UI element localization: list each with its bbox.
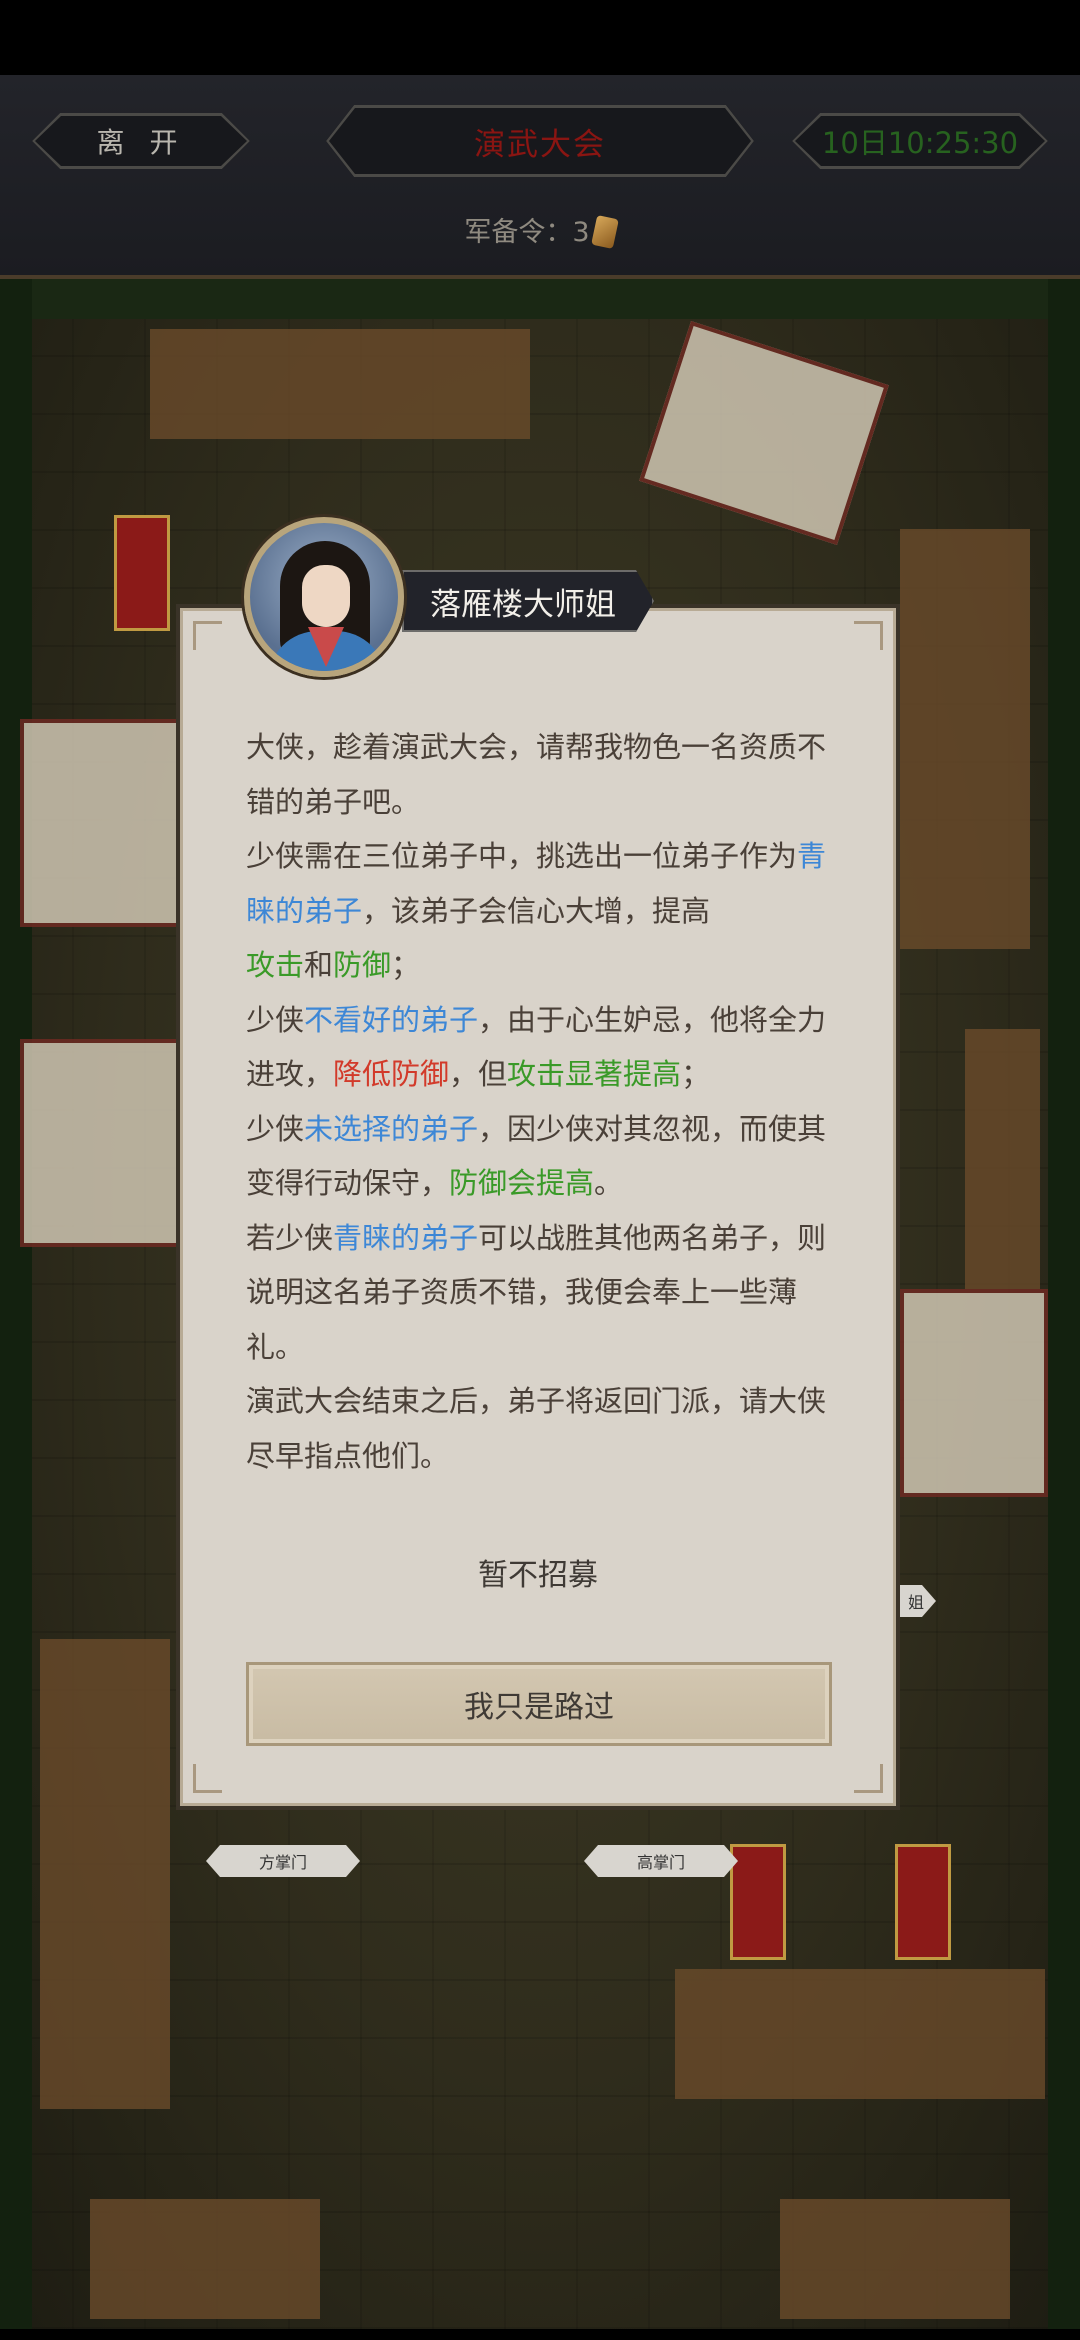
just-passing-button[interactable]: 我只是路过 <box>246 1662 832 1746</box>
hedge-left <box>0 279 32 2329</box>
weapon-rack <box>90 2199 320 2319</box>
dialog-paragraph: 少侠不看好的弟子，由于心生妒忌，他将全力进攻，降低防御，但攻击显著提高； <box>246 993 836 1102</box>
weapon-rack <box>965 1029 1040 1289</box>
corner-ornament <box>854 1764 883 1793</box>
top-header: 离 开 演武大会 10日10:25:30 军备令：3 <box>0 75 1080 279</box>
event-title-plate: 演武大会 <box>326 105 754 177</box>
countdown-timer: 10日10:25:30 <box>792 113 1048 169</box>
tent <box>20 1039 188 1247</box>
speaker-name: 落雁楼大师姐 <box>430 586 616 623</box>
leave-button[interactable]: 离 开 <box>32 113 250 169</box>
text: 大侠，趁着演武大会，请帮我物色一名资质不错的弟子吧。 <box>246 730 827 819</box>
weapon-rack <box>780 2199 1010 2319</box>
banner <box>114 515 170 631</box>
corner-ornament <box>193 1764 222 1793</box>
speaker-name-plate: 落雁楼大师姐 <box>402 570 654 632</box>
hedge-top <box>0 279 1080 319</box>
text: 少侠 <box>246 1002 305 1037</box>
countdown-text: 10日10:25:30 <box>821 126 1019 160</box>
text: 和 <box>304 948 334 982</box>
dialog-paragraph: 少侠未选择的弟子，因少侠对其忽视，而使其变得行动保守，防御会提高。 <box>246 1102 836 1211</box>
dialog-paragraph: 大侠，趁着演武大会，请帮我物色一名资质不错的弟子吧。 <box>246 720 836 829</box>
highlight-favored: 青睐的弟子 <box>333 1220 479 1255</box>
tent <box>20 719 188 927</box>
disciple-plaque-left[interactable]: 方掌门 <box>206 1845 360 1877</box>
highlight-defense: 防御 <box>333 948 392 982</box>
highlight-disfavored: 不看好的弟子 <box>304 1002 479 1037</box>
text: ，但 <box>449 1057 508 1091</box>
corner-ornament <box>193 621 222 650</box>
order-label: 军备令： <box>464 217 573 248</box>
decline-recruit-button[interactable]: 暂不招募 <box>176 1550 900 1594</box>
weapon-rack <box>40 1639 170 2109</box>
text: ； <box>681 1057 711 1091</box>
highlight-attack: 攻击 <box>246 948 305 982</box>
text: 若少侠 <box>246 1220 334 1255</box>
status-bar <box>0 0 1080 75</box>
dialog-paragraph: 若少侠青睐的弟子可以战胜其他两名弟子，则说明这名弟子资质不错，我便会奉上一些薄礼… <box>246 1211 836 1375</box>
text: 少侠需在三位弟子中，挑选出一位弟子作为 <box>246 839 798 873</box>
dialog-paragraph: 少侠需在三位弟子中，挑选出一位弟子作为青睐的弟子，该弟子会信心大增，提高 攻击和防… <box>246 829 836 993</box>
weapon-rack <box>150 329 530 439</box>
weapon-rack <box>675 1969 1045 2099</box>
tent <box>639 320 889 546</box>
tent <box>900 1289 1048 1497</box>
text: ； <box>391 948 421 982</box>
text: ，该弟子会信心大增，提高 <box>362 893 711 928</box>
highlight-lower-defense: 降低防御 <box>333 1057 450 1091</box>
highlight-attack-up: 攻击显著提高 <box>507 1057 682 1091</box>
speaker-avatar <box>244 517 404 677</box>
highlight-unselected: 未选择的弟子 <box>304 1111 479 1146</box>
leave-button-label: 离 开 <box>96 126 186 159</box>
banner <box>895 1844 951 1960</box>
hedge-right <box>1048 279 1080 2329</box>
text: 。 <box>594 1166 624 1200</box>
text: 演武大会结束之后，弟子将返回门派，请大侠尽早指点他们。 <box>246 1384 827 1473</box>
plaque-partial-label: 姐 <box>907 1593 924 1612</box>
order-token-icon <box>590 215 619 249</box>
dialog-body: 大侠，趁着演武大会，请帮我物色一名资质不错的弟子吧。 少侠需在三位弟子中，挑选出… <box>246 720 836 1483</box>
disciple-plaque-right[interactable]: 高掌门 <box>584 1845 738 1877</box>
order-count: 3 <box>572 217 590 248</box>
event-title: 演武大会 <box>474 126 606 163</box>
dialog-paragraph: 演武大会结束之后，弟子将返回门派，请大侠尽早指点他们。 <box>246 1374 836 1483</box>
weapon-rack <box>900 529 1030 949</box>
military-order-counter: 军备令：3 <box>0 210 1080 249</box>
plaque-left-label: 方掌门 <box>258 1853 307 1872</box>
corner-ornament <box>854 621 883 650</box>
banner <box>730 1844 786 1960</box>
plaque-right-label: 高掌门 <box>636 1853 685 1872</box>
text: 少侠 <box>246 1111 305 1146</box>
just-passing-label: 我只是路过 <box>464 1690 614 1725</box>
highlight-defense-up: 防御会提高 <box>449 1166 595 1200</box>
